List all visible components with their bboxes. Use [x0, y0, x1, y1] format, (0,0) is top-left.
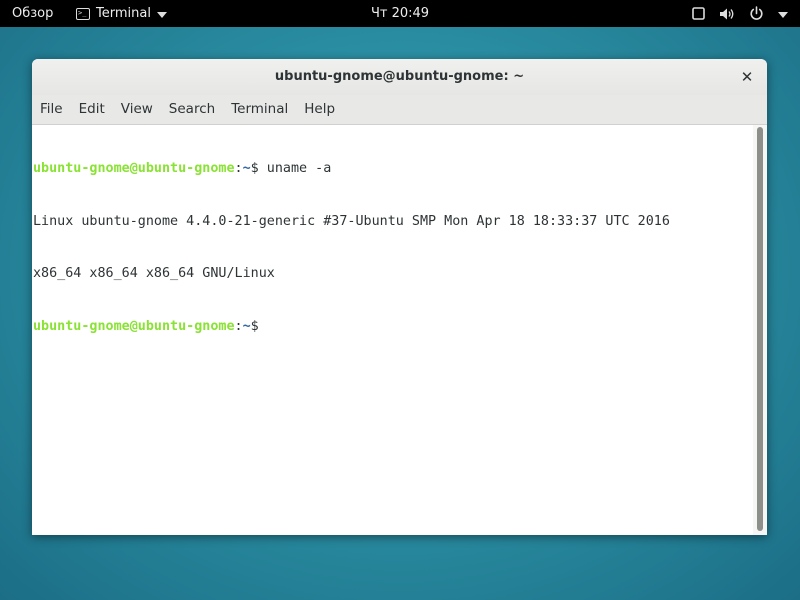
- app-menu-label: Terminal: [96, 6, 151, 21]
- top-bar: Обзор >_ Terminal Чт 20:49: [0, 0, 800, 27]
- system-menu[interactable]: [692, 0, 788, 27]
- prompt-user: ubuntu-gnome@ubuntu-gnome: [33, 161, 235, 176]
- system-chevron-down-icon[interactable]: [778, 11, 788, 18]
- prompt-directory: ~: [242, 318, 251, 334]
- menu-search[interactable]: Search: [161, 95, 223, 124]
- terminal-app-icon: >_: [76, 7, 90, 20]
- prompt-separator: :: [234, 318, 243, 334]
- prompt-symbol: $: [250, 318, 259, 334]
- menu-bar: File Edit View Search Terminal Help: [32, 95, 767, 125]
- command-text: uname -a: [258, 161, 332, 176]
- screen-icon[interactable]: [692, 7, 705, 20]
- app-menu-button[interactable]: >_ Terminal: [76, 0, 167, 27]
- terminal-output[interactable]: ubuntu-gnome@ubuntu-gnome:~$ uname -a Li…: [32, 125, 753, 535]
- menu-file[interactable]: File: [32, 95, 71, 124]
- menu-edit[interactable]: Edit: [71, 95, 113, 124]
- current-prompt-line: ubuntu-gnome@ubuntu-gnome:~$: [32, 318, 753, 336]
- chevron-down-icon: [156, 11, 167, 18]
- scrollbar-thumb[interactable]: [757, 127, 763, 531]
- prompt-user: ubuntu-gnome@ubuntu-gnome: [33, 318, 235, 334]
- command-line: ubuntu-gnome@ubuntu-gnome:~$ uname -a: [32, 160, 753, 178]
- prompt-directory: ~: [242, 161, 251, 176]
- output-line: x86_64 x86_64 x86_64 GNU/Linux: [33, 266, 275, 281]
- activities-button[interactable]: Обзор: [12, 0, 53, 27]
- volume-icon[interactable]: [719, 7, 735, 21]
- terminal-window: ubuntu-gnome@ubuntu-gnome: ~ ✕ File Edit…: [32, 59, 767, 535]
- close-icon: ✕: [740, 68, 754, 86]
- menu-view[interactable]: View: [113, 95, 161, 124]
- window-title: ubuntu-gnome@ubuntu-gnome: ~: [274, 69, 525, 84]
- title-bar[interactable]: ubuntu-gnome@ubuntu-gnome: ~ ✕: [32, 59, 767, 95]
- clock[interactable]: Чт 20:49: [371, 6, 429, 21]
- prompt-separator: :: [234, 161, 243, 176]
- power-icon[interactable]: [749, 6, 764, 21]
- output-line: Linux ubuntu-gnome 4.4.0-21-generic #37-…: [33, 213, 670, 229]
- scrollbar[interactable]: [753, 125, 767, 535]
- menu-help[interactable]: Help: [296, 95, 343, 124]
- menu-terminal[interactable]: Terminal: [223, 95, 296, 124]
- close-button[interactable]: ✕: [737, 67, 757, 87]
- activities-label: Обзор: [12, 6, 54, 21]
- prompt-symbol: $: [250, 161, 259, 176]
